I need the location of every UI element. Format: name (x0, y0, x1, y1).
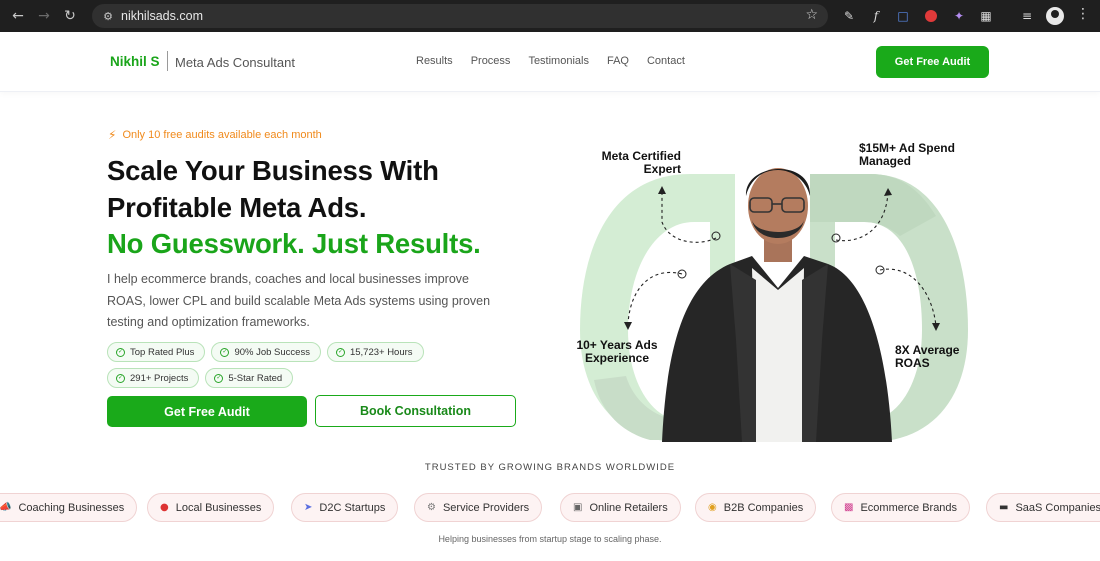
lightning-icon: ⚡ (108, 128, 117, 142)
badge-five-star: ✓ 5-Star Rated (205, 368, 294, 388)
browser-toolbar: ← → ↻ ⚙ nikhilsads.com ☆ ✎ f □ ✦ ▦ ≡ ⋮ (0, 0, 1100, 32)
headline-line-1: Scale Your Business With (107, 155, 439, 186)
brand-name[interactable]: Nikhil S (110, 54, 160, 69)
chip-ecommerce-brands[interactable]: ▩ Ecommerce Brands (831, 493, 971, 522)
chip-coaching-businesses[interactable]: 📣 Coaching Businesses (0, 493, 138, 522)
badge-projects: ✓ 291+ Projects (107, 368, 200, 388)
check-circle-icon: ✓ (116, 373, 125, 383)
trust-footnote: Helping businesses from startup stage to… (438, 534, 662, 544)
callout-text: Managed (859, 154, 912, 168)
description-line-1: I help ecommerce brands, coaches and loc… (107, 272, 469, 286)
address-bar[interactable]: ⚙ nikhilsads.com ☆ (92, 4, 828, 28)
handshake-icon: ◉ (708, 502, 717, 513)
nav-links: Results Process Testimonials FAQ Contact (416, 55, 685, 67)
get-free-audit-button[interactable]: Get Free Audit (107, 396, 307, 427)
forward-icon[interactable]: → (34, 6, 54, 26)
feather-extension-icon[interactable]: ✦ (950, 7, 968, 25)
chip-local-businesses[interactable]: ● Local Businesses (147, 493, 275, 522)
nav-link-process[interactable]: Process (471, 55, 511, 67)
check-circle-icon: ✓ (116, 347, 125, 357)
shopping-bag-icon: ▩ (844, 502, 854, 513)
callout-text: Expert (643, 162, 681, 176)
badge-hours: ✓ 15,723+ Hours (326, 342, 424, 362)
nav-link-faq[interactable]: FAQ (607, 55, 629, 67)
extensions-puzzle-icon[interactable]: ▦ (977, 7, 995, 25)
hero-description: I help ecommerce brands, coaches and loc… (107, 269, 527, 334)
industry-chips: 📣 Coaching Businesses ● Local Businesses ➤… (0, 493, 1100, 523)
pin-icon: ● (160, 502, 169, 513)
font-extension-icon[interactable]: f (867, 7, 885, 25)
nav-link-testimonials[interactable]: Testimonials (528, 55, 589, 67)
badge-label: Top Rated Plus (130, 346, 195, 358)
badge-label: 15,723+ Hours (349, 346, 413, 358)
badge-top-rated: ✓ Top Rated Plus (107, 342, 206, 362)
hero-illustration (580, 168, 968, 442)
red-extension-icon[interactable] (922, 7, 940, 25)
site-settings-icon[interactable]: ⚙ (101, 9, 115, 23)
description-line-3: testing and optimization frameworks. (107, 315, 310, 329)
rocket-icon: ➤ (304, 502, 313, 513)
chip-label: Coaching Businesses (18, 501, 125, 514)
description-line-2: ROAS, lower CPL and build scalable Meta … (107, 293, 491, 308)
hero-visual: Meta Certified Expert $15M+ Ad Spend Man… (570, 140, 980, 442)
chip-service-providers[interactable]: ⚙ Service Providers (414, 493, 543, 522)
back-icon[interactable]: ← (8, 6, 28, 26)
promo-text: Only 10 free audits available each month (122, 129, 322, 141)
person-shirt (752, 268, 804, 442)
header-get-free-audit-button[interactable]: Get Free Audit (876, 46, 989, 78)
promo-banner: ⚡ Only 10 free audits available each mon… (108, 128, 322, 142)
hero-headline: Scale Your Business With Profitable Meta… (107, 153, 481, 263)
eyedropper-extension-icon[interactable]: ✎ (840, 7, 858, 25)
chip-label: Local Businesses (175, 501, 262, 514)
callout-experience: 10+ Years Ads Experience (574, 339, 660, 365)
chip-b2b-companies[interactable]: ◉ B2B Companies (695, 493, 817, 522)
check-circle-icon: ✓ (335, 347, 345, 357)
headline-accent: No Guesswork. Just Results. (107, 228, 481, 259)
chip-label: D2C Startups (319, 501, 386, 514)
url-text[interactable]: nikhilsads.com (121, 9, 203, 23)
chip-d2c-startups[interactable]: ➤ D2C Startups (291, 493, 399, 522)
site-header: Nikhil S Meta Ads Consultant Results Pro… (0, 32, 1100, 92)
badge-label: 90% Job Success (234, 346, 310, 358)
brand-tagline: Meta Ads Consultant (175, 55, 295, 70)
chip-saas-companies[interactable]: ▬ SaaS Companies (986, 493, 1100, 522)
badge-label: 291+ Projects (130, 372, 189, 384)
nav-link-contact[interactable]: Contact (647, 55, 685, 67)
callout-ad-spend: $15M+ Ad Spend Managed (859, 142, 955, 168)
megaphone-icon: 📣 (0, 502, 12, 513)
chip-online-retailers[interactable]: ▣ Online Retailers (560, 493, 681, 522)
document-extension-icon[interactable]: □ (894, 7, 912, 25)
profile-avatar-icon[interactable] (1046, 7, 1064, 25)
callout-text: Experience (584, 351, 650, 365)
chip-label: Ecommerce Brands (860, 501, 958, 514)
brand-divider (167, 51, 168, 71)
trust-section-title: TRUSTED BY GROWING BRANDS WORLDWIDE (424, 462, 676, 473)
callout-meta-certified: Meta Certified Expert (600, 150, 681, 176)
callout-text: ROAS (895, 356, 930, 370)
badge-label: 5-Star Rated (228, 372, 283, 384)
badge-job-success: ✓ 90% Job Success (211, 342, 321, 362)
chip-label: B2B Companies (723, 501, 804, 514)
headline-line-2: Profitable Meta Ads. (107, 191, 367, 223)
check-circle-icon: ✓ (214, 373, 224, 383)
book-consultation-button[interactable]: Book Consultation (315, 395, 516, 427)
cart-icon: ▣ (573, 502, 583, 513)
chip-label: Service Providers (442, 501, 530, 514)
laptop-icon: ▬ (999, 502, 1009, 513)
menu-kebab-icon[interactable]: ⋮ (1076, 6, 1090, 22)
nav-link-results[interactable]: Results (416, 55, 453, 67)
reload-icon[interactable]: ↻ (60, 6, 80, 26)
chip-label: SaaS Companies (1015, 501, 1100, 514)
callout-roas: 8X Average ROAS (895, 344, 959, 370)
check-circle-icon: ✓ (220, 347, 230, 357)
bookmark-star-icon[interactable]: ☆ (805, 7, 818, 23)
reading-list-icon[interactable]: ≡ (1018, 7, 1036, 25)
credential-badges: ✓ Top Rated Plus ✓ 90% Job Success ✓ 15,723… (107, 342, 467, 388)
gear-icon: ⚙ (427, 502, 436, 513)
chip-label: Online Retailers (589, 501, 668, 514)
